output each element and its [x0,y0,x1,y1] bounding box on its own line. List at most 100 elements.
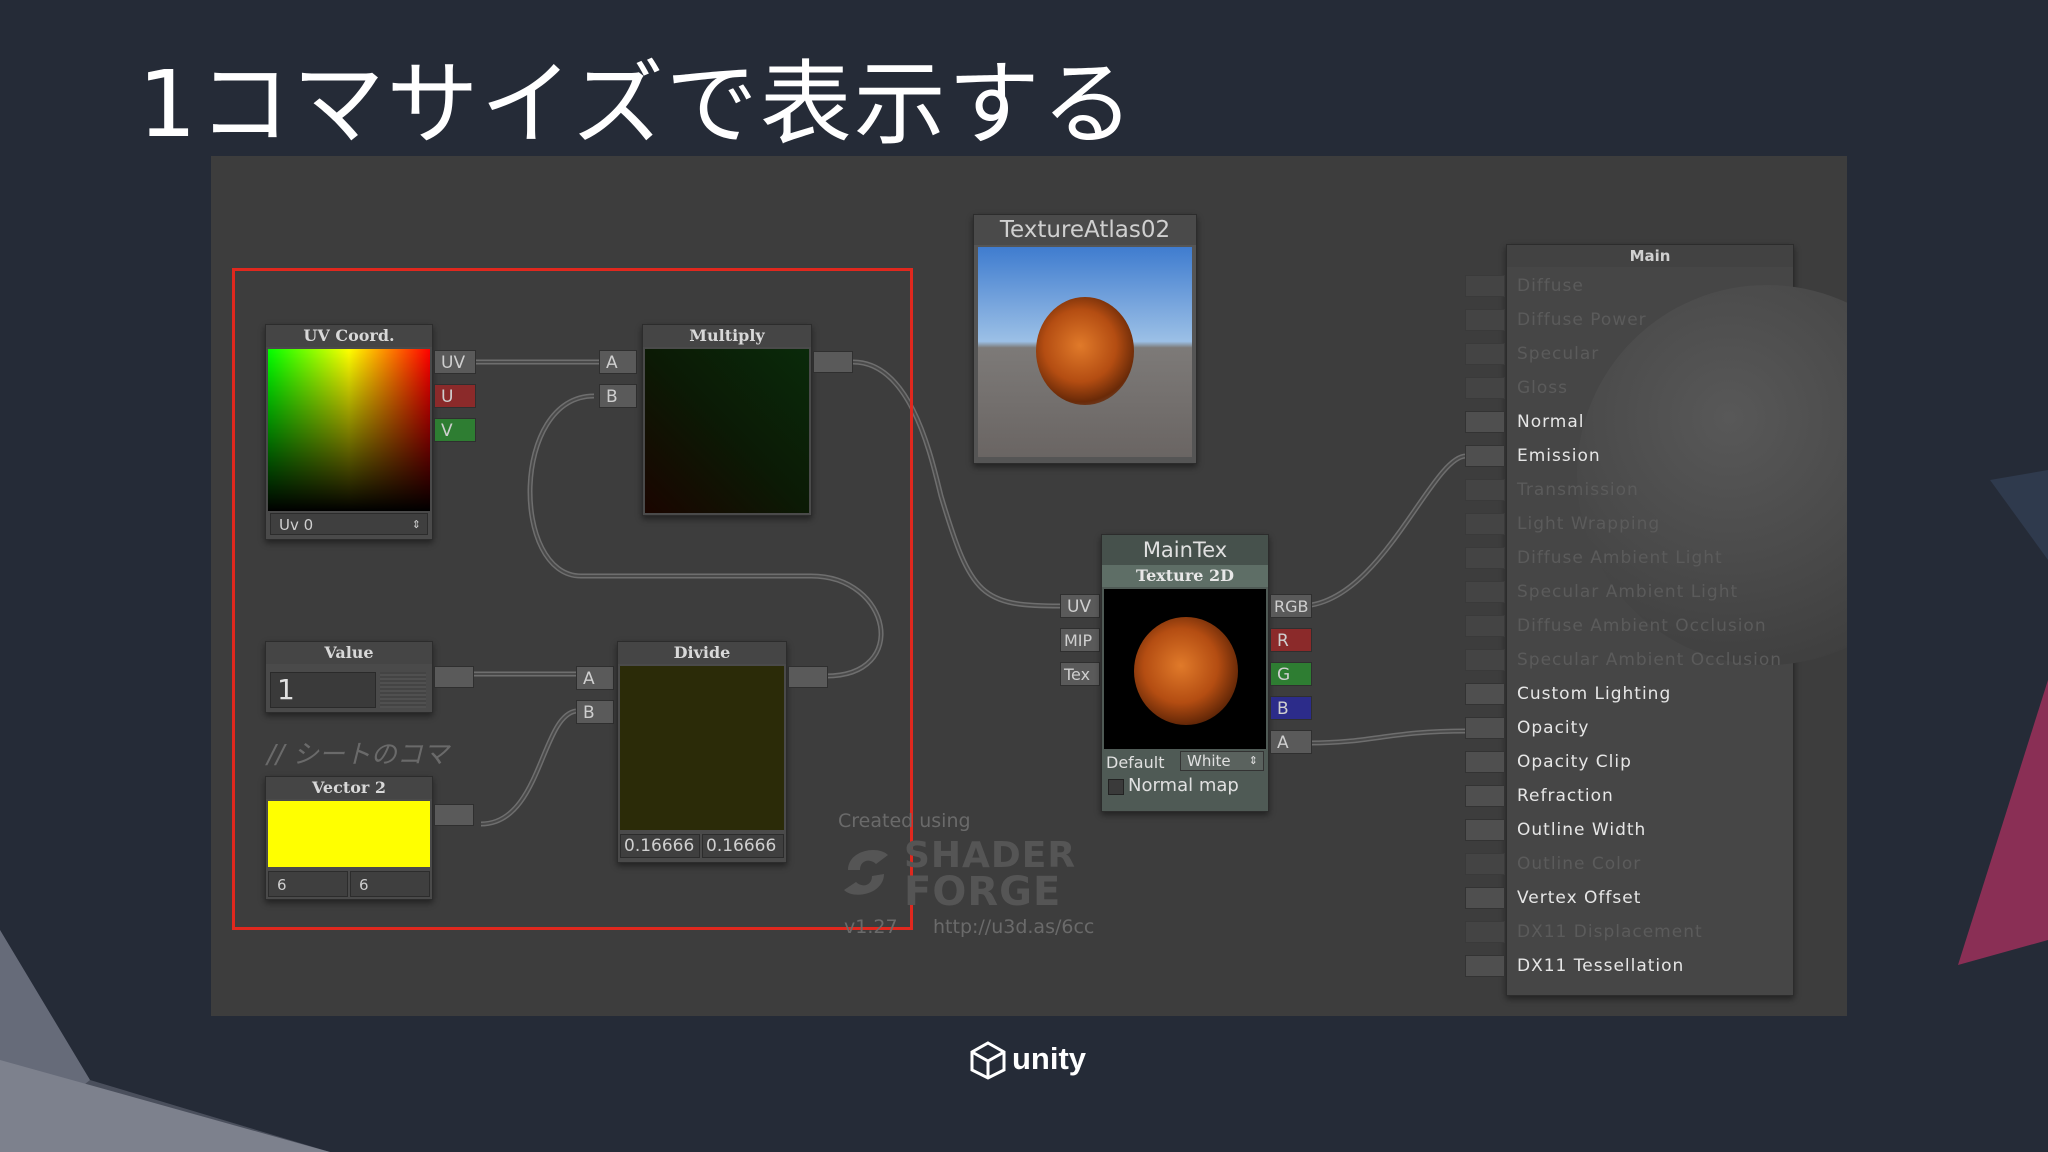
maintex-uv-input[interactable]: UV [1060,594,1100,618]
multiply-title: Multiply [643,325,811,347]
main-input-label: DX11 Displacement [1517,922,1703,942]
maintex-r-output[interactable]: R [1270,628,1312,652]
main-input-row[interactable]: Opacity [1465,711,1787,745]
slide-title: 1コマサイズで表示する [138,51,1136,158]
main-input-label: Transmission [1517,480,1639,500]
maintex-fireball-image [1134,617,1238,725]
main-input-row[interactable]: Specular Ambient Occlusion [1465,643,1787,677]
main-input-row[interactable]: Opacity Clip [1465,745,1787,779]
multiply-input-a[interactable]: A [599,350,637,374]
multiply-node[interactable]: Multiply [642,324,812,516]
maintex-g-output[interactable]: G [1270,662,1312,686]
divide-input-a[interactable]: A [576,666,614,690]
main-input-port[interactable] [1465,819,1505,841]
main-input-port[interactable] [1465,309,1505,331]
main-input-port[interactable] [1465,853,1505,875]
main-input-row[interactable]: Transmission [1465,473,1787,507]
main-input-label: Refraction [1517,786,1614,806]
texture-atlas-preview [978,247,1192,457]
maintex-a-output[interactable]: A [1270,730,1312,754]
main-input-row[interactable]: Outline Width [1465,813,1787,847]
watermark-url: http://u3d.as/6cc [933,916,1095,938]
uv-coord-uv-port[interactable]: UV [434,350,476,374]
normal-map-checkbox[interactable] [1108,779,1124,795]
unity-logo-text: unity [1012,1041,1087,1076]
texture-atlas-node[interactable]: TextureAtlas02 [973,214,1197,464]
vector2-title: Vector 2 [266,777,432,799]
main-input-port[interactable] [1465,343,1505,365]
maintex-subtitle: Texture 2D [1102,565,1268,587]
divide-node[interactable]: Divide 0.16666 0.16666 [617,641,787,863]
maintex-mip-input[interactable]: MIP [1060,628,1100,652]
main-input-label: Specular Ambient Light [1517,582,1739,602]
main-input-row[interactable]: Diffuse [1465,269,1787,303]
main-input-row[interactable]: Gloss [1465,371,1787,405]
main-input-port[interactable] [1465,513,1505,535]
main-input-port[interactable] [1465,717,1505,739]
main-input-row[interactable]: Refraction [1465,779,1787,813]
value-output-port[interactable] [434,666,474,688]
fireball-image [1036,297,1134,405]
main-input-port[interactable] [1465,955,1505,977]
maintex-title: MainTex [1102,535,1268,565]
main-node[interactable]: Main Diffuse Diffuse Power Specular Gloss No… [1465,244,1847,996]
main-input-port[interactable] [1465,615,1505,637]
uv-coord-u-port[interactable]: U [434,384,476,408]
vector2-preview [268,801,430,867]
main-input-port[interactable] [1465,275,1505,297]
main-input-label: Opacity Clip [1517,752,1632,772]
value-title: Value [266,642,432,664]
value-field[interactable]: 1 [270,672,376,708]
main-input-port[interactable] [1465,479,1505,501]
uv-coord-node[interactable]: UV Coord. Uv 0 ⇕ [265,324,433,540]
main-input-row[interactable]: Outline Color [1465,847,1787,881]
main-input-port[interactable] [1465,377,1505,399]
maintex-tex-input[interactable]: Tex [1060,662,1100,686]
main-input-row[interactable]: Diffuse Ambient Occlusion [1465,609,1787,643]
value-node[interactable]: Value 1 [265,641,433,713]
main-input-row[interactable]: Specular Ambient Light [1465,575,1787,609]
maintex-rgb-output[interactable]: RGB [1270,594,1312,618]
main-input-port[interactable] [1465,411,1505,433]
multiply-input-b[interactable]: B [599,384,637,408]
main-input-port[interactable] [1465,649,1505,671]
main-input-label: Vertex Offset [1517,888,1642,908]
uv-coord-title: UV Coord. [266,325,432,347]
uv-coord-v-port[interactable]: V [434,418,476,442]
main-input-port[interactable] [1465,445,1505,467]
vector2-node[interactable]: Vector 2 6 6 [265,776,433,900]
main-input-row[interactable]: DX11 Displacement [1465,915,1787,949]
watermark-version: v1.27 [844,916,898,938]
multiply-output-port[interactable] [813,351,853,373]
main-input-port[interactable] [1465,921,1505,943]
main-input-label: Normal [1517,412,1585,432]
main-input-port[interactable] [1465,751,1505,773]
main-input-row[interactable]: Custom Lighting [1465,677,1787,711]
main-input-port[interactable] [1465,547,1505,569]
divide-output-port[interactable] [788,666,828,688]
value-drag-handle[interactable] [380,672,426,708]
uv-channel-dropdown[interactable]: Uv 0 ⇕ [270,513,428,535]
divide-input-b[interactable]: B [576,700,614,724]
main-input-port[interactable] [1465,581,1505,603]
main-input-port[interactable] [1465,683,1505,705]
main-input-row[interactable]: Light Wrapping [1465,507,1787,541]
main-input-row[interactable]: Emission [1465,439,1787,473]
main-input-row[interactable]: Specular [1465,337,1787,371]
maintex-default-dropdown[interactable]: White ⇕ [1180,751,1264,771]
main-input-row[interactable]: Diffuse Ambient Light [1465,541,1787,575]
maintex-node[interactable]: MainTex Texture 2D Default White ⇕ Norma… [1101,534,1269,812]
main-input-row[interactable]: DX11 Tessellation [1465,949,1787,983]
vector2-y-field[interactable]: 6 [350,871,430,897]
main-input-port[interactable] [1465,785,1505,807]
vector2-x-field[interactable]: 6 [268,871,348,897]
main-input-port[interactable] [1465,887,1505,909]
vector2-output-port[interactable] [434,804,474,826]
main-title: Main [1507,245,1793,267]
comment-text: // シートのコマ [267,740,449,770]
main-input-row[interactable]: Diffuse Power [1465,303,1787,337]
main-input-row[interactable]: Normal [1465,405,1787,439]
shader-forge-canvas[interactable]: UV Coord. Uv 0 ⇕ UV U V A B Multiply Val… [211,156,1847,1016]
maintex-b-output[interactable]: B [1270,696,1312,720]
main-input-row[interactable]: Vertex Offset [1465,881,1787,915]
